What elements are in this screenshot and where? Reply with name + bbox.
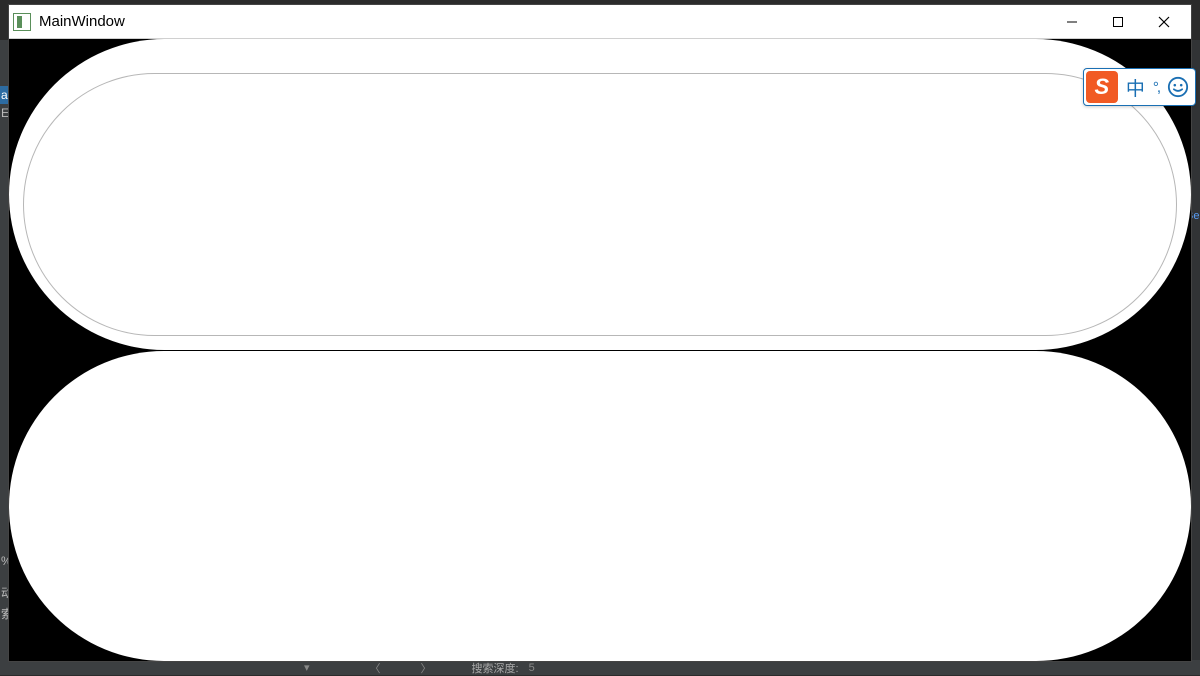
- bottom-pill-panel: [9, 351, 1191, 662]
- titlebar[interactable]: MainWindow: [9, 5, 1191, 39]
- minimize-button[interactable]: [1049, 7, 1095, 37]
- main-window: MainWindow: [8, 4, 1192, 662]
- bg-bottom-search-depth-value: 5: [529, 662, 535, 674]
- maximize-icon: [1112, 16, 1124, 28]
- window-title: MainWindow: [39, 13, 125, 30]
- ime-language-toggle[interactable]: 中: [1126, 74, 1145, 101]
- top-pill-inner-outline: [23, 73, 1177, 336]
- bg-bottom-arrow-down-icon: ▾: [304, 661, 310, 674]
- top-pill-panel: [9, 39, 1191, 350]
- close-button[interactable]: [1141, 7, 1187, 37]
- close-icon: [1158, 16, 1170, 28]
- app-icon: [13, 13, 31, 31]
- client-area: [9, 39, 1191, 661]
- minimize-icon: [1066, 16, 1078, 28]
- ime-emoji-button[interactable]: [1167, 76, 1189, 98]
- sogou-ime-logo-icon[interactable]: S: [1086, 71, 1118, 103]
- smile-icon: [1167, 76, 1189, 98]
- background-ide-statusbar: ▾ 〈 〉 搜索深度: 5: [0, 660, 1200, 675]
- ime-punctuation-toggle[interactable]: °,: [1153, 79, 1159, 96]
- ime-toolbar[interactable]: S 中 °,: [1083, 68, 1196, 106]
- maximize-button[interactable]: [1095, 7, 1141, 37]
